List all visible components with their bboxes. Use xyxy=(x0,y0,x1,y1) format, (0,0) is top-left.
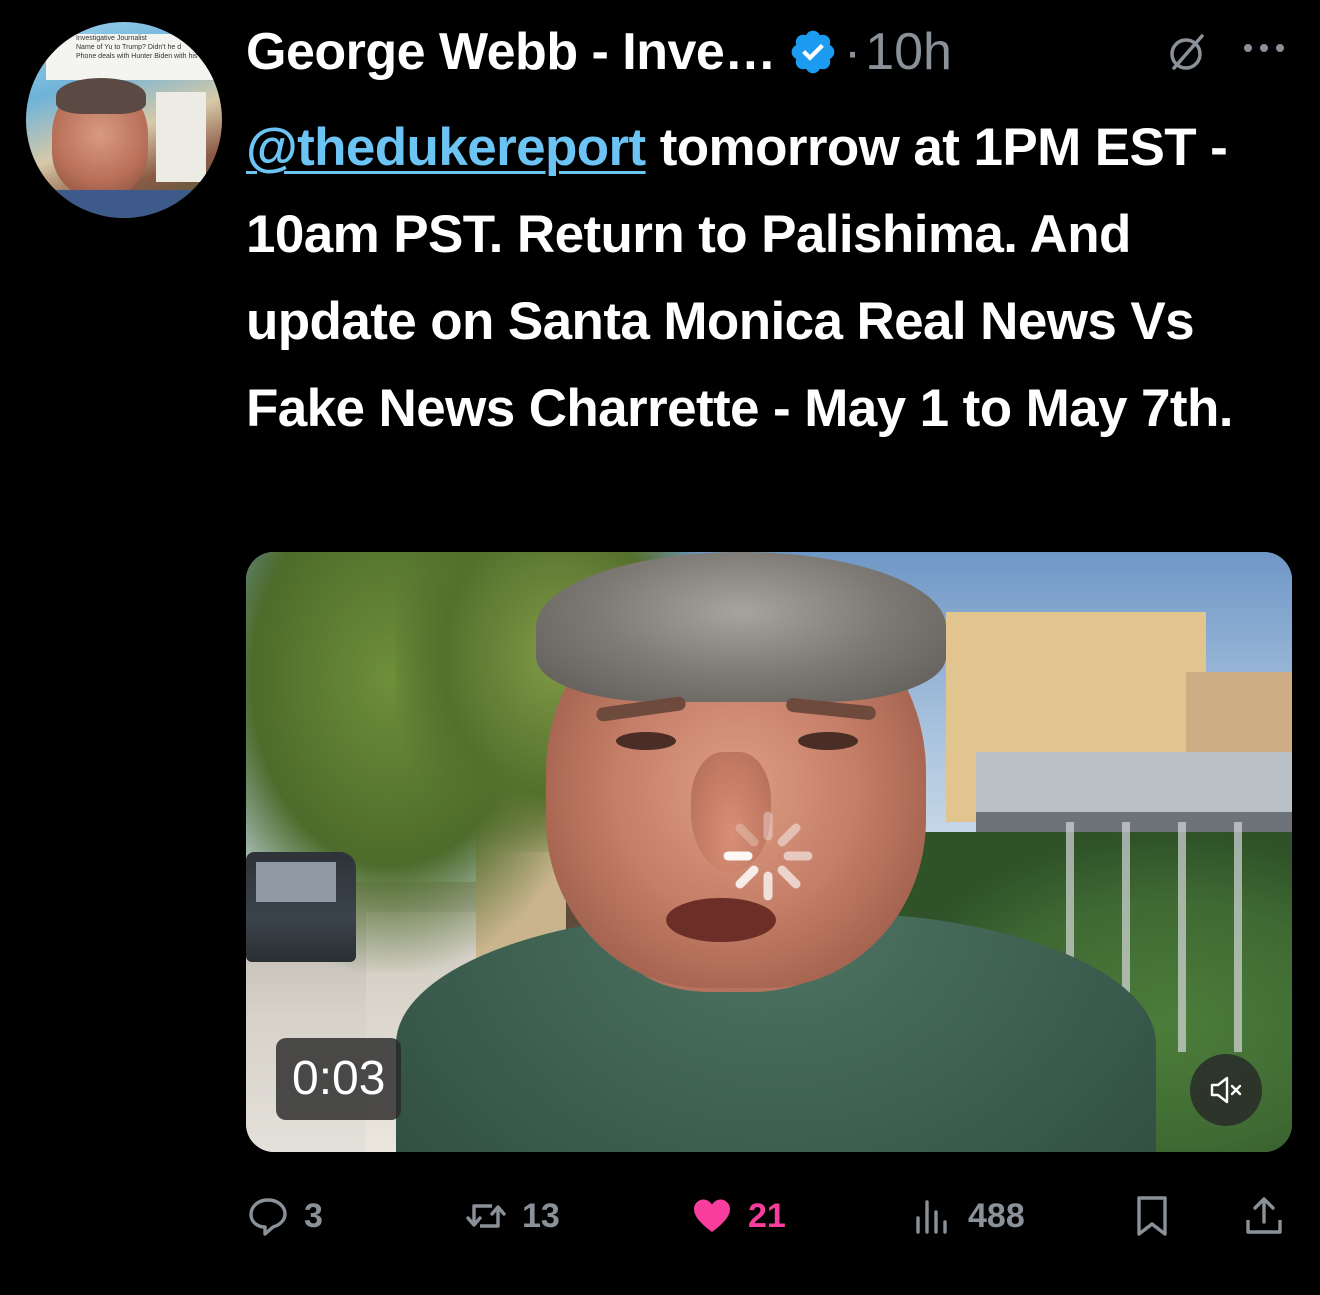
share-icon xyxy=(1246,1197,1282,1234)
reply-button[interactable]: 3 xyxy=(246,1188,323,1244)
author-name[interactable]: George Webb - Inve… xyxy=(246,22,776,82)
avatar-shirt xyxy=(46,190,216,218)
tweet[interactable]: Investigative Journalist Name of Yu to T… xyxy=(0,0,1320,1295)
mute-icon xyxy=(1210,1076,1242,1104)
meta-separator: · xyxy=(843,23,862,81)
avatar-building xyxy=(156,92,206,182)
more-icon[interactable] xyxy=(1240,36,1288,60)
heart-icon xyxy=(694,1199,730,1232)
views-icon xyxy=(916,1200,947,1234)
repost-button[interactable]: 13 xyxy=(464,1188,560,1244)
views-count: 488 xyxy=(968,1196,1025,1235)
grok-icon[interactable] xyxy=(1164,28,1212,76)
tweet-header: George Webb - Inve… · 10h xyxy=(246,20,952,84)
reply-count: 3 xyxy=(304,1196,323,1235)
bookmark-button[interactable] xyxy=(1130,1188,1174,1244)
bookmark-icon xyxy=(1137,1196,1167,1236)
video-player[interactable]: 0:03 xyxy=(246,552,1292,1152)
video-duration: 0:03 xyxy=(276,1038,402,1120)
repost-count: 13 xyxy=(522,1196,560,1235)
tweet-timestamp[interactable]: 10h xyxy=(865,22,952,82)
mute-button[interactable] xyxy=(1190,1054,1262,1126)
share-button[interactable] xyxy=(1242,1188,1286,1244)
repost-icon xyxy=(466,1204,506,1228)
avatar[interactable]: Investigative Journalist Name of Yu to T… xyxy=(26,22,222,218)
verified-badge-icon[interactable] xyxy=(788,27,838,77)
avatar-document-image: Investigative Journalist Name of Yu to T… xyxy=(46,34,216,80)
like-button[interactable]: 21 xyxy=(690,1188,786,1244)
tweet-text: @thedukereport tomorrow at 1PM EST - 10a… xyxy=(246,104,1296,452)
loading-spinner-icon xyxy=(723,811,813,901)
avatar-hair xyxy=(56,78,146,114)
like-count: 21 xyxy=(748,1196,786,1235)
views-button[interactable]: 488 xyxy=(910,1188,1025,1244)
mention-link[interactable]: @thedukereport xyxy=(246,118,646,177)
reply-icon xyxy=(249,1198,287,1236)
action-bar: 3 13 21 488 xyxy=(246,1188,1292,1244)
